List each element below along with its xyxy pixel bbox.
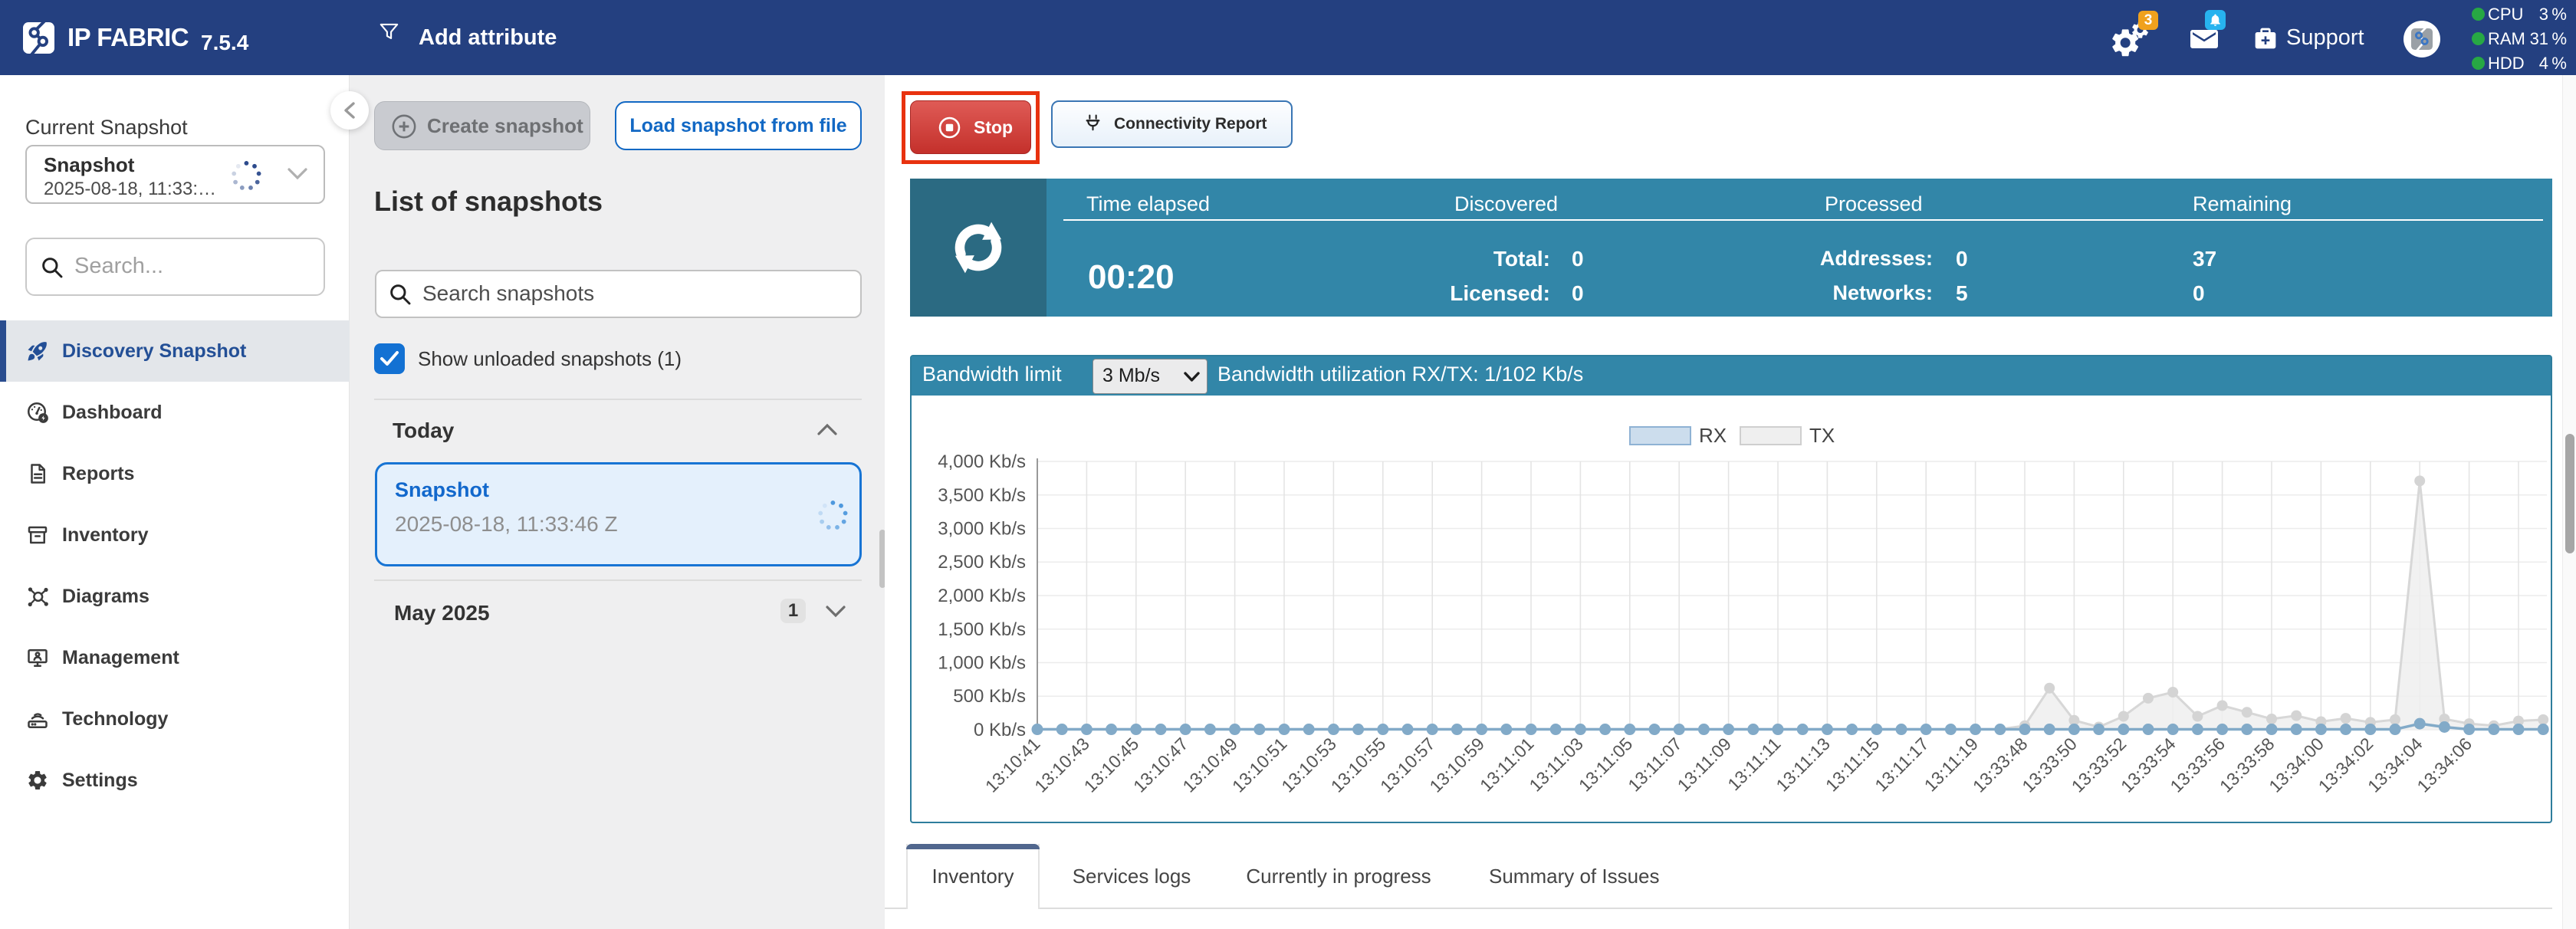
- svg-text:13:11:13: 13:11:13: [1772, 734, 1833, 795]
- svg-text:3,500 Kb/s: 3,500 Kb/s: [938, 485, 1026, 506]
- svg-text:3,000 Kb/s: 3,000 Kb/s: [938, 519, 1026, 540]
- svg-text:4,000 Kb/s: 4,000 Kb/s: [938, 451, 1026, 472]
- svg-text:13:11:07: 13:11:07: [1624, 734, 1685, 795]
- svg-text:500 Kb/s: 500 Kb/s: [953, 686, 1026, 707]
- svg-text:1,500 Kb/s: 1,500 Kb/s: [938, 619, 1026, 640]
- svg-text:13:11:05: 13:11:05: [1575, 734, 1636, 795]
- svg-text:13:11:01: 13:11:01: [1476, 734, 1537, 795]
- svg-text:1,000 Kb/s: 1,000 Kb/s: [938, 653, 1026, 674]
- svg-text:13:11:03: 13:11:03: [1525, 734, 1586, 795]
- svg-text:0 Kb/s: 0 Kb/s: [974, 720, 1026, 740]
- svg-text:13:10:59: 13:10:59: [1425, 734, 1488, 796]
- svg-text:13:11:09: 13:11:09: [1674, 734, 1735, 795]
- svg-text:13:11:17: 13:11:17: [1871, 734, 1932, 795]
- svg-text:2,500 Kb/s: 2,500 Kb/s: [938, 552, 1026, 573]
- svg-text:2,000 Kb/s: 2,000 Kb/s: [938, 586, 1026, 606]
- svg-text:13:11:15: 13:11:15: [1822, 734, 1883, 795]
- svg-text:13:34:06: 13:34:06: [2413, 734, 2476, 796]
